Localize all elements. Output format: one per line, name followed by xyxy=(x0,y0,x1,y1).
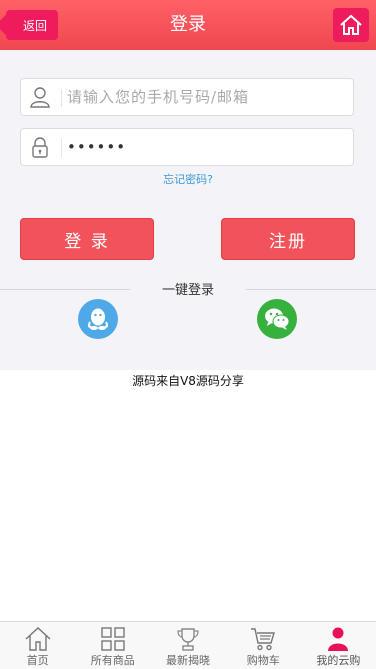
qq-login-button[interactable] xyxy=(78,299,118,339)
trophy-icon xyxy=(177,628,199,651)
qq-icon xyxy=(87,308,109,330)
tab-home[interactable]: 首页 xyxy=(0,622,75,669)
password-input[interactable] xyxy=(67,129,347,165)
login-button[interactable]: 登 录 xyxy=(20,218,154,260)
home-icon xyxy=(340,14,362,35)
tab-my-account[interactable]: 我的云购 xyxy=(301,622,376,669)
cart-icon xyxy=(251,628,276,651)
bottom-tab-bar: 首页 所有商品 最新揭晓 购物车 我的云购 xyxy=(0,621,376,669)
user-icon xyxy=(30,87,50,108)
tab-latest-results[interactable]: 最新揭晓 xyxy=(150,622,225,669)
login-panel: 忘记密码? 登 录 注册 一键登录 xyxy=(0,50,376,370)
tab-label: 所有商品 xyxy=(90,654,135,667)
tab-label: 我的云购 xyxy=(316,654,361,667)
source-note: 源码来自V8源码分享 xyxy=(132,374,244,388)
tab-label: 购物车 xyxy=(246,654,280,667)
wechat-icon xyxy=(265,308,290,330)
tab-label: 最新揭晓 xyxy=(166,654,210,667)
password-field xyxy=(20,128,354,166)
forgot-password-link[interactable]: 忘记密码? xyxy=(0,171,376,187)
field-separator xyxy=(61,89,62,107)
account-input[interactable] xyxy=(67,79,347,115)
register-button[interactable]: 注册 xyxy=(221,218,355,260)
top-header: 返回 登录 xyxy=(0,0,376,50)
home-icon xyxy=(25,627,51,651)
field-separator xyxy=(61,139,62,157)
lock-icon xyxy=(32,137,48,158)
grid-icon xyxy=(101,627,125,651)
tab-label: 首页 xyxy=(26,654,49,667)
page-title: 登录 xyxy=(170,14,206,35)
tab-all-products[interactable]: 所有商品 xyxy=(75,622,150,669)
home-button[interactable] xyxy=(333,8,369,42)
divider-line-right xyxy=(246,289,376,290)
wechat-login-button[interactable] xyxy=(257,299,297,339)
account-field xyxy=(20,78,354,116)
tab-cart[interactable]: 购物车 xyxy=(226,622,301,669)
user-icon xyxy=(328,627,349,651)
